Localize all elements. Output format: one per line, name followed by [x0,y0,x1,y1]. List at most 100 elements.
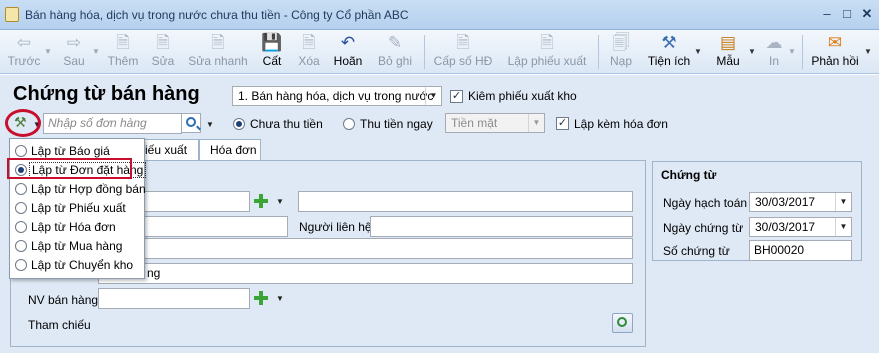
undo-button[interactable]: ↶ Hoãn [330,30,366,74]
reference-search-button[interactable] [612,313,633,333]
reference-label: Tham chiếu [28,318,91,332]
app-icon [5,7,19,22]
previous-button[interactable]: ⇦ Trước [4,30,44,74]
maximize-icon[interactable]: □ [838,6,856,22]
contact-person-input[interactable] [370,216,633,237]
print-button[interactable]: ☁ In [762,30,786,74]
arrow-right-icon: ⇨ [66,33,82,52]
print-dropdown-icon[interactable]: ▼ [788,47,796,56]
tab-invoice-label: Hóa đơn [210,143,257,157]
unpost-button[interactable]: ✎ Bỏ ghi [374,30,416,74]
page-title: Chứng từ bán hàng [13,83,200,105]
voucher-number-label: Số chứng từ [663,244,730,258]
next-button[interactable]: ⇨ Sau [56,30,92,74]
highlight-selected-item [7,158,132,179]
issue-invoice-number-button[interactable]: 🗎 Cấp số HĐ [432,30,494,74]
delete-button[interactable]: 🗎 Xóa [293,30,325,74]
add-customer-icon[interactable] [253,193,269,209]
next-dropdown-icon[interactable]: ▼ [92,47,100,56]
voucher-date-input[interactable]: 30/03/2017 ▼ [749,217,852,237]
menu-radio [15,259,27,271]
create-delivery-note-button[interactable]: 🗎 Lập phiếu xuất [504,30,590,74]
menu-item-sales-contract[interactable]: Lập từ Hợp đồng bán [10,180,146,199]
quick-edit-button[interactable]: 🗎 Sửa nhanh [187,30,249,74]
edit-document-icon: 🗎 [156,33,170,52]
voucher-date-label: Ngày chứng từ [663,221,744,235]
undo-icon: ↶ [340,33,356,52]
delivery-note-label: Kiêm phiếu xuất kho [468,89,577,103]
template-dropdown-icon[interactable]: ▼ [748,47,756,56]
menu-radio [15,240,27,252]
customer-name-input[interactable] [298,191,633,212]
search-button[interactable] [181,113,201,133]
toolbar-separator [802,35,803,69]
template-chart-icon: ▤ [719,33,737,52]
menu-item-delivery-note[interactable]: Lập từ Phiếu xuất [10,199,144,218]
add-button[interactable]: 🗎 Thêm [106,30,140,74]
chevron-down-icon: ▼ [528,114,544,132]
menu-radio [15,221,27,233]
minimize-icon[interactable]: – [818,6,836,22]
load-icon: 🗐 [612,33,630,52]
tab-delivery-note-label: iếu xuất [145,143,188,157]
edit-button[interactable]: 🗎 Sửa [146,30,180,74]
payment-method-select[interactable]: Tiền mặt ▼ [445,113,545,133]
unpaid-label: Chưa thu tiền [250,117,323,131]
utilities-dropdown-icon[interactable]: ▼ [694,47,702,56]
posting-date-input[interactable]: 30/03/2017 ▼ [749,192,852,212]
voucher-group-title: Chứng từ [659,168,719,182]
delivery-note-icon: 🗎 [540,33,554,52]
search-icon [186,117,196,127]
load-button[interactable]: 🗐 Nạp [606,30,636,74]
sales-staff-dropdown-icon[interactable]: ▼ [276,294,284,303]
voucher-number-input[interactable]: BH00020 [749,240,852,261]
toolbar-separator [598,35,599,69]
utilities-button[interactable]: ⚒ Tiện ích [644,30,694,74]
tools-icon: ⚒ [661,33,677,52]
toolbar-separator [424,35,425,69]
feedback-dropdown-icon[interactable]: ▼ [864,47,872,56]
toolbar: ⇦ Trước ▼ ⇨ Sau ▼ 🗎 Thêm 🗎 Sửa 🗎 Sửa nha… [0,30,879,74]
delete-icon: 🗎 [302,33,316,52]
sales-staff-input[interactable] [98,288,250,309]
menu-radio [15,202,27,214]
paid-now-label: Thu tiền ngay [360,117,433,131]
printer-icon: ☁ [765,33,783,52]
sales-staff-label: NV bán hàng [28,293,99,307]
save-icon: 💾 [261,33,283,52]
voucher-type-select[interactable]: 1. Bán hàng hóa, dịch vụ trong nước ▼ [232,86,442,106]
description-input[interactable]: ng [98,263,633,284]
previous-dropdown-icon[interactable]: ▼ [44,47,52,56]
window-title: Bán hàng hóa, dịch vụ trong nước chưa th… [25,8,409,22]
with-invoice-label: Lập kèm hóa đơn [574,117,668,131]
template-button[interactable]: ▤ Mẫu [708,30,748,74]
order-number-search-input[interactable]: Nhập số đơn hàng [43,113,182,134]
delivery-note-checkbox[interactable]: ✓ [450,90,463,103]
menu-item-purchase[interactable]: Lập từ Mua hàng [10,237,144,256]
title-bar: Bán hàng hóa, dịch vụ trong nước chưa th… [0,0,879,30]
search-dropdown-icon[interactable]: ▼ [206,120,214,129]
tab-invoice[interactable]: Hóa đơn [199,139,261,160]
envelope-icon: ✉ [827,33,843,52]
address-input[interactable] [98,238,633,259]
with-invoice-checkbox[interactable]: ✓ [556,117,569,130]
unpost-icon: ✎ [387,33,403,52]
quick-edit-icon: 🗎 [211,33,225,52]
posting-date-label: Ngày hạch toán [663,196,748,210]
add-sales-staff-icon[interactable] [253,290,269,306]
search-add-icon [617,317,627,327]
chevron-down-icon: ▼ [425,87,441,105]
calendar-dropdown-icon: ▼ [835,193,851,211]
menu-item-stock-transfer[interactable]: Lập từ Chuyển kho [10,256,144,275]
unpaid-radio[interactable] [233,118,245,130]
menu-radio [15,145,27,157]
feedback-button[interactable]: ✉ Phản hồi [808,30,862,74]
arrow-left-icon: ⇦ [16,33,32,52]
menu-item-invoice[interactable]: Lập từ Hóa đơn [10,218,144,237]
close-icon[interactable]: ✕ [858,6,876,22]
customer-dropdown-icon[interactable]: ▼ [276,197,284,206]
highlight-create-from-icon [5,109,41,137]
invoice-number-icon: 🗎 [456,33,470,52]
paid-now-radio[interactable] [343,118,355,130]
save-button[interactable]: 💾 Cất [257,30,287,74]
